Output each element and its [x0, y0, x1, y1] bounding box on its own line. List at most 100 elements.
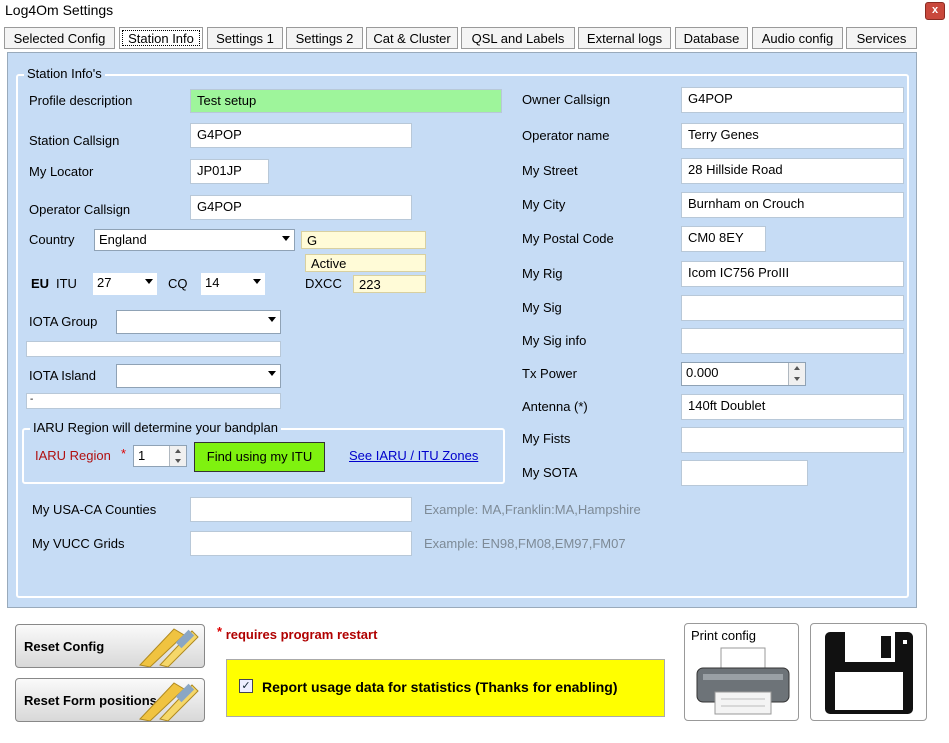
rig-label: My Rig: [522, 266, 563, 281]
dxcc-field: 223: [353, 275, 426, 293]
tab-services[interactable]: Services: [846, 27, 917, 49]
country-select[interactable]: England: [94, 229, 295, 251]
sig-label: My Sig: [522, 300, 562, 315]
sota-label: My SOTA: [522, 465, 578, 480]
postal-code-field[interactable]: CM0 8EY: [681, 226, 766, 252]
country-value: England: [99, 232, 147, 247]
reset-form-positions-button[interactable]: Reset Form positions: [15, 678, 205, 722]
tab-database[interactable]: Database: [675, 27, 748, 49]
iota-group-label: IOTA Group: [29, 314, 98, 329]
iaru-region-stepper[interactable]: 1: [133, 445, 187, 467]
cq-label: CQ: [168, 276, 188, 291]
iota-group-info: [26, 341, 281, 357]
itu-value: 27: [97, 275, 112, 290]
reset-config-button[interactable]: Reset Config: [15, 624, 205, 668]
vucc-field[interactable]: [190, 531, 412, 556]
street-label: My Street: [522, 163, 578, 178]
vucc-label: My VUCC Grids: [32, 536, 125, 551]
station-callsign-label: Station Callsign: [29, 133, 120, 148]
window-title: Log4Om Settings: [5, 2, 114, 18]
postal-code-label: My Postal Code: [522, 231, 614, 246]
tab-cat-cluster[interactable]: Cat & Cluster: [366, 27, 458, 49]
tab-station-info[interactable]: Station Info: [119, 27, 203, 49]
iaru-region-label: IARU Region: [35, 448, 111, 463]
tab-qsl-labels[interactable]: QSL and Labels: [461, 27, 575, 49]
reset-config-label: Reset Config: [24, 639, 105, 654]
group-title: Station Info's: [24, 66, 105, 81]
printer-icon: [696, 647, 790, 715]
sig-info-label: My Sig info: [522, 333, 587, 348]
owner-callsign-label: Owner Callsign: [522, 92, 611, 107]
tab-selected-config[interactable]: Selected Config: [4, 27, 115, 49]
owner-callsign-field[interactable]: G4POP: [681, 87, 904, 113]
title-bar: Log4Om Settings x: [0, 0, 949, 22]
tab-settings-1[interactable]: Settings 1: [207, 27, 283, 49]
chevron-down-icon: [253, 279, 261, 284]
required-mark: *: [121, 446, 127, 461]
profile-label: Profile description: [29, 93, 133, 108]
chevron-down-icon: [268, 317, 276, 322]
operator-callsign-field[interactable]: G4POP: [190, 195, 412, 220]
tools-icon: [139, 628, 199, 667]
tab-external-logs[interactable]: External logs: [578, 27, 671, 49]
tab-settings-2[interactable]: Settings 2: [286, 27, 363, 49]
chevron-down-icon: [145, 279, 153, 284]
close-button[interactable]: x: [925, 2, 945, 20]
iota-island-select[interactable]: [116, 364, 281, 388]
street-field[interactable]: 28 Hillside Road: [681, 158, 904, 184]
fists-field[interactable]: [681, 427, 904, 453]
dxcc-status-field: Active: [305, 254, 426, 272]
counties-example: Example: MA,Franklin:MA,Hampshire: [424, 502, 641, 517]
antenna-field[interactable]: 140ft Doublet: [681, 394, 904, 420]
sig-field[interactable]: [681, 295, 904, 321]
tx-power-label: Tx Power: [522, 366, 577, 381]
operator-name-field[interactable]: Terry Genes: [681, 123, 904, 149]
spin-down-icon[interactable]: [169, 456, 186, 466]
counties-field[interactable]: [190, 497, 412, 522]
floppy-disk-icon: [825, 632, 913, 714]
profile-field[interactable]: Test setup: [190, 89, 502, 113]
iaru-region-value: 1: [138, 448, 146, 463]
rig-field[interactable]: Icom IC756 ProIII: [681, 261, 904, 287]
spin-down-icon[interactable]: [788, 374, 805, 385]
iaru-zones-link[interactable]: See IARU / ITU Zones: [349, 448, 478, 463]
print-config-label: Print config: [691, 628, 757, 643]
tab-strip: Selected Config Station Info Settings 1 …: [0, 24, 949, 54]
vucc-example: Example: EN98,FM08,EM97,FM07: [424, 536, 626, 551]
tools-icon: [139, 682, 199, 721]
iota-island-info: -: [26, 393, 281, 409]
city-label: My City: [522, 197, 566, 212]
sig-info-field[interactable]: [681, 328, 904, 354]
tx-power-stepper[interactable]: 0.000: [681, 362, 806, 386]
city-field[interactable]: Burnham on Crouch: [681, 192, 904, 218]
eu-label: EU: [31, 276, 50, 291]
usage-label: Report usage data for statistics (Thanks…: [262, 679, 618, 695]
print-config-button[interactable]: Print config: [684, 623, 799, 721]
chevron-down-icon: [282, 236, 290, 241]
save-button[interactable]: [810, 623, 927, 721]
restart-mark: *: [217, 624, 223, 639]
station-callsign-field[interactable]: G4POP: [190, 123, 412, 148]
restart-note: * requires program restart: [217, 624, 377, 642]
itu-select[interactable]: 27: [92, 272, 158, 296]
itu-label: ITU: [56, 276, 77, 291]
cq-select[interactable]: 14: [200, 272, 266, 296]
chevron-down-icon: [268, 371, 276, 376]
cq-value: 14: [205, 275, 220, 290]
country-label: Country: [29, 232, 75, 247]
usage-checkbox[interactable]: ✓: [239, 679, 253, 693]
fists-label: My Fists: [522, 431, 571, 446]
iota-island-label: IOTA Island: [29, 368, 96, 383]
operator-name-label: Operator name: [522, 128, 610, 143]
locator-field[interactable]: JP01JP: [190, 159, 269, 184]
tx-power-value: 0.000: [686, 365, 719, 380]
prefix-field: G: [301, 231, 426, 249]
iaru-legend: IARU Region will determine your bandplan: [30, 420, 281, 435]
sota-field[interactable]: [681, 460, 808, 486]
find-itu-button[interactable]: Find using my ITU: [194, 442, 325, 472]
locator-label: My Locator: [29, 164, 94, 179]
iota-group-select[interactable]: [116, 310, 281, 334]
tab-audio-config[interactable]: Audio config: [752, 27, 843, 49]
antenna-label: Antenna (*): [522, 399, 588, 414]
dxcc-label: DXCC: [305, 276, 342, 291]
